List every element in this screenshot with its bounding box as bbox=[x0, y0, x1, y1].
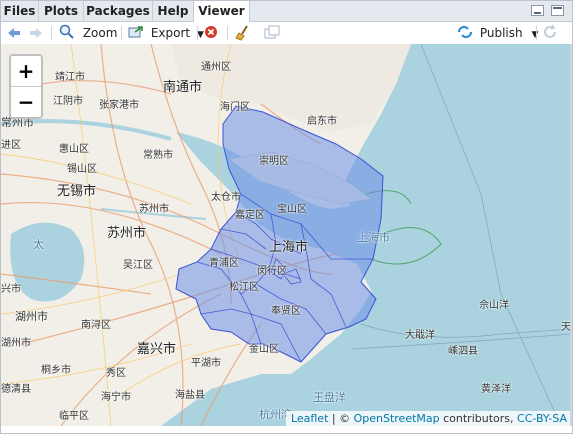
tab-plots[interactable]: Plots bbox=[39, 1, 84, 21]
map-label: 崇明区 bbox=[259, 156, 289, 167]
osm-link[interactable]: OpenStreetMap bbox=[354, 412, 440, 425]
export-label: Export bbox=[150, 26, 191, 40]
map-label: 金山区 bbox=[249, 344, 279, 355]
toolbar-separator bbox=[536, 26, 537, 40]
popout-viewer-button[interactable] bbox=[263, 24, 281, 42]
new-window-icon bbox=[264, 25, 280, 39]
map-label: 秀区 bbox=[106, 368, 126, 379]
map-label: 海宁市 bbox=[101, 392, 131, 403]
broom-icon bbox=[235, 25, 248, 41]
pane-tab-bar: Files Plots Packages Help Viewer bbox=[1, 1, 572, 22]
zoom-in-button[interactable]: + bbox=[11, 56, 41, 86]
refresh-icon bbox=[544, 24, 556, 38]
map-label: 王盘洋 bbox=[313, 391, 346, 404]
map-label: 德清县 bbox=[1, 384, 31, 395]
map-label: 通州区 bbox=[201, 62, 231, 73]
map-label: 佘山洋 bbox=[479, 300, 509, 311]
map-label: 黄泽洋 bbox=[481, 384, 511, 395]
toolbar-separator bbox=[227, 26, 228, 40]
map-attribution: Leaflet | © OpenStreetMap contributors, … bbox=[285, 411, 572, 426]
tab-packages[interactable]: Packages bbox=[84, 1, 153, 21]
map-tiles bbox=[1, 44, 572, 426]
map-label: 靖江市 bbox=[55, 72, 85, 83]
maximize-pane-button[interactable] bbox=[551, 5, 564, 16]
remove-viewer-button[interactable] bbox=[204, 24, 218, 42]
map-label: 桐乡市 bbox=[41, 365, 71, 376]
map-label: 兴市 bbox=[1, 284, 21, 295]
map-label: 大戢洋 bbox=[405, 330, 435, 341]
tab-files[interactable]: Files bbox=[1, 1, 39, 21]
map-label: 湖州市 bbox=[1, 338, 31, 349]
viewer-pane: Files Plots Packages Help Viewer Zoom Ex… bbox=[0, 0, 573, 434]
map-label: 太 bbox=[33, 238, 44, 251]
map-label: 启东市 bbox=[307, 116, 337, 127]
zoom-out-button[interactable]: − bbox=[11, 86, 41, 117]
attribution-separator: | © bbox=[328, 412, 354, 425]
toolbar-separator bbox=[121, 26, 122, 40]
zoom-label: Zoom bbox=[82, 26, 118, 40]
export-button[interactable]: Export ▼ bbox=[128, 24, 204, 42]
publish-button[interactable]: Publish ▼ bbox=[456, 24, 538, 42]
publish-label: Publish bbox=[479, 26, 523, 40]
map-label: 湖州市 bbox=[15, 310, 48, 323]
back-arrow-icon[interactable] bbox=[5, 24, 23, 42]
map-label: 南通市 bbox=[163, 80, 203, 95]
map-label: 张家港市 bbox=[99, 100, 139, 111]
minimize-pane-button[interactable] bbox=[531, 5, 545, 16]
publish-icon bbox=[457, 25, 473, 39]
map-label: 奉贤区 bbox=[271, 306, 301, 317]
map-label: 海盐县 bbox=[175, 390, 205, 401]
clear-all-viewer-button[interactable] bbox=[234, 24, 252, 42]
map-label: 宝山区 bbox=[277, 204, 307, 215]
viewer-toolbar: Zoom Export ▼ Publish ▼ bbox=[1, 22, 572, 45]
zoom-button[interactable]: Zoom bbox=[59, 24, 117, 42]
map-label: 苏州市 bbox=[107, 226, 147, 241]
map-label: 嵊泗县 bbox=[448, 346, 478, 357]
chevron-down-icon: ▼ bbox=[531, 30, 539, 40]
map-label: 松江区 bbox=[229, 282, 259, 293]
map-label: 无锡市 bbox=[57, 184, 97, 199]
export-icon bbox=[128, 26, 143, 38]
toolbar-separator bbox=[197, 26, 198, 40]
tab-help[interactable]: Help bbox=[153, 1, 194, 21]
map-label: 吴江区 bbox=[123, 260, 153, 271]
map-label: 上海市 bbox=[357, 231, 390, 244]
map-zoom-control: + − bbox=[9, 54, 43, 119]
leaflet-map[interactable]: 通州区 南通市 靖江市 江阴市 张家港市 海门区 启东市 常州市 进区 惠山区 … bbox=[1, 44, 572, 426]
window-controls bbox=[528, 5, 564, 19]
toolbar-separator bbox=[51, 26, 52, 40]
map-label: 锡山区 bbox=[67, 164, 97, 175]
map-label: 太仓市 bbox=[211, 192, 241, 203]
attribution-contributors: contributors, bbox=[439, 412, 518, 425]
map-label: 临平区 bbox=[59, 411, 89, 422]
tab-viewer[interactable]: Viewer bbox=[194, 1, 250, 22]
map-label: 南浔区 bbox=[81, 320, 111, 331]
remove-icon bbox=[205, 26, 217, 38]
map-label: 海门区 bbox=[220, 102, 250, 113]
map-label: 惠山区 bbox=[59, 144, 89, 155]
forward-arrow-icon[interactable] bbox=[27, 24, 45, 42]
map-label: 常熟市 bbox=[143, 150, 173, 161]
magnifier-icon bbox=[59, 24, 74, 39]
map-label: 青浦区 bbox=[209, 258, 239, 269]
map-label: 进区 bbox=[1, 140, 21, 151]
map-label: 上海市 bbox=[269, 240, 309, 255]
map-label: 平湖市 bbox=[191, 358, 221, 369]
map-label: 嘉兴市 bbox=[137, 342, 177, 357]
map-label: 苏州市 bbox=[139, 204, 169, 215]
license-link[interactable]: CC-BY-SA bbox=[517, 412, 567, 425]
leaflet-link[interactable]: Leaflet bbox=[291, 412, 328, 425]
map-label: 闵行区 bbox=[257, 266, 287, 277]
map-label: 江阴市 bbox=[53, 96, 83, 107]
refresh-button[interactable] bbox=[542, 24, 558, 42]
map-label: 嘉定区 bbox=[235, 210, 265, 221]
viewer-right-border bbox=[570, 44, 572, 426]
